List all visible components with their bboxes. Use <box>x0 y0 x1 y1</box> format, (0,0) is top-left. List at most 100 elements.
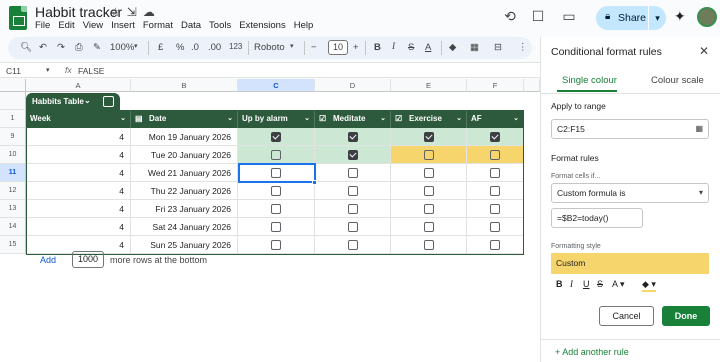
redo-icon[interactable]: ↷ <box>57 42 65 53</box>
fill-color-icon[interactable]: ◆ <box>449 42 456 53</box>
row-header-10[interactable]: 10 <box>0 146 26 164</box>
name-box[interactable]: C11 <box>6 66 21 76</box>
borders-icon[interactable]: ▦ <box>470 42 479 53</box>
formula-input-box[interactable]: =$B2=today() <box>551 208 643 228</box>
selected-cell-c11[interactable] <box>238 163 316 183</box>
underline-style-button[interactable]: U <box>583 279 590 289</box>
bold-style-button[interactable]: B <box>556 279 563 289</box>
menu-extensions[interactable]: Extensions <box>239 20 285 31</box>
row-header-1[interactable]: 1 <box>0 110 26 128</box>
menu-format[interactable]: Format <box>143 20 173 31</box>
column-header-b[interactable]: B <box>131 79 238 92</box>
menu-tools[interactable]: Tools <box>209 20 231 31</box>
strikethrough-style-button[interactable]: S <box>597 279 603 289</box>
format-rules-label: Format rules <box>551 153 599 163</box>
merge-icon[interactable]: ⊟ <box>494 42 502 53</box>
row-header-11[interactable]: 11 <box>0 164 26 182</box>
divider <box>148 41 149 55</box>
zoom-select[interactable]: 100% <box>110 42 134 53</box>
italic-style-button[interactable]: I <box>570 279 573 289</box>
menu-help[interactable]: Help <box>294 20 314 31</box>
search-menu-icon[interactable]: 🔍︎ <box>20 42 32 53</box>
apply-to-range-label: Apply to range <box>551 101 606 111</box>
comment-icon[interactable]: ☐ <box>529 8 547 25</box>
column-header-e[interactable]: E <box>391 79 467 92</box>
toolbar: 🔍︎ ↶ ↷ ⎙ ✎ 100% ▾ £ % .0 .00 123 Roboto … <box>8 37 532 59</box>
move-icon[interactable]: ⇲ <box>127 5 137 19</box>
gemini-icon[interactable]: ✦ <box>674 8 686 25</box>
font-size-increase-button[interactable]: + <box>353 42 359 53</box>
add-rows-button[interactable]: Add <box>40 255 56 265</box>
row-header-15[interactable]: 15 <box>0 236 26 254</box>
row-header-14[interactable]: 14 <box>0 218 26 236</box>
column-header-a[interactable]: A <box>26 79 131 92</box>
column-header-g[interactable] <box>524 79 540 92</box>
divider <box>365 41 366 55</box>
select-all-corner[interactable] <box>0 79 26 92</box>
undo-icon[interactable]: ↶ <box>39 42 47 53</box>
formatting-style-preview[interactable]: Custom <box>551 253 709 274</box>
condition-select[interactable]: Custom formula is ▾ <box>551 183 709 203</box>
share-button[interactable]: 🔒︎ Share ▾ <box>596 6 666 30</box>
done-button[interactable]: Done <box>662 306 710 326</box>
text-color-button[interactable]: A <box>425 42 431 53</box>
name-box-chevron-icon[interactable]: ▾ <box>46 66 50 74</box>
text-color-style-button[interactable]: A ▾ <box>612 279 625 290</box>
divider <box>541 93 720 94</box>
more-icon[interactable]: ⋮ <box>518 42 528 53</box>
menu-insert[interactable]: Insert <box>111 20 135 31</box>
table-view-icon[interactable] <box>103 96 114 107</box>
font-select[interactable]: Roboto <box>254 42 285 53</box>
print-icon[interactable]: ⎙ <box>75 42 83 53</box>
table-name: Habbits Table <box>32 97 84 106</box>
formula-input[interactable]: FALSE <box>78 66 104 76</box>
avatar[interactable] <box>697 7 717 27</box>
zoom-chevron-icon[interactable]: ▾ <box>134 42 138 50</box>
cancel-button[interactable]: Cancel <box>599 306 654 326</box>
style-format-bar: B I U S A ▾ ◆ ▾ <box>551 276 709 294</box>
range-input[interactable]: C2:F15 ▦ <box>551 119 709 139</box>
menu-data[interactable]: Data <box>181 20 201 31</box>
table-name-tab[interactable]: Habbits Table ⌄ <box>26 93 120 110</box>
font-size-decrease-button[interactable]: − <box>311 42 317 53</box>
close-icon[interactable]: ✕ <box>699 44 709 58</box>
row-header-9[interactable]: 9 <box>0 128 26 146</box>
meet-icon[interactable]: ▭ <box>560 8 578 25</box>
increase-decimal-button[interactable]: .00 <box>208 42 221 53</box>
add-rows-suffix: more rows at the bottom <box>110 255 208 265</box>
number-format-button[interactable]: 123 <box>229 42 242 51</box>
share-dropdown-icon[interactable]: ▾ <box>648 6 666 30</box>
row-header-13[interactable]: 13 <box>0 200 26 218</box>
column-header-f[interactable]: F <box>467 79 524 92</box>
currency-button[interactable]: £ <box>158 42 163 53</box>
menu-bar: File Edit View Insert Format Data Tools Extensi… <box>35 20 321 31</box>
cloud-icon[interactable]: ☁ <box>143 5 155 19</box>
history-icon[interactable]: ⟲ <box>501 8 519 25</box>
range-value: C2:F15 <box>557 124 585 134</box>
star-icon[interactable]: ☆ <box>110 5 121 19</box>
font-chevron-icon[interactable]: ▾ <box>290 42 294 50</box>
menu-view[interactable]: View <box>83 20 103 31</box>
strikethrough-button[interactable]: S <box>408 42 414 53</box>
fill-handle[interactable] <box>312 180 317 185</box>
italic-button[interactable]: I <box>392 42 395 52</box>
sheets-logo-icon[interactable] <box>9 6 27 30</box>
paint-format-icon[interactable]: ✎ <box>93 42 101 53</box>
column-header-d[interactable]: D <box>315 79 391 92</box>
row-header-12[interactable]: 12 <box>0 182 26 200</box>
font-size-input[interactable]: 10 <box>328 40 348 55</box>
menu-edit[interactable]: Edit <box>58 20 74 31</box>
decrease-decimal-button[interactable]: .0 <box>191 42 199 53</box>
grid-select-icon[interactable]: ▦ <box>695 120 703 138</box>
percent-button[interactable]: % <box>176 42 184 53</box>
add-rows-count-input[interactable]: 1000 <box>72 251 104 268</box>
condition-value: Custom formula is <box>557 188 626 198</box>
column-header-c[interactable]: C <box>238 79 315 92</box>
table-chevron-icon[interactable]: ⌄ <box>84 96 91 105</box>
menu-file[interactable]: File <box>35 20 50 31</box>
tab-single-colour[interactable]: Single colour <box>562 75 617 86</box>
tab-colour-scale[interactable]: Colour scale <box>651 75 704 86</box>
fill-color-style-icon[interactable]: ◆ ▾ <box>642 279 656 292</box>
bold-button[interactable]: B <box>374 42 381 53</box>
add-another-rule-button[interactable]: + Add another rule <box>555 347 629 357</box>
